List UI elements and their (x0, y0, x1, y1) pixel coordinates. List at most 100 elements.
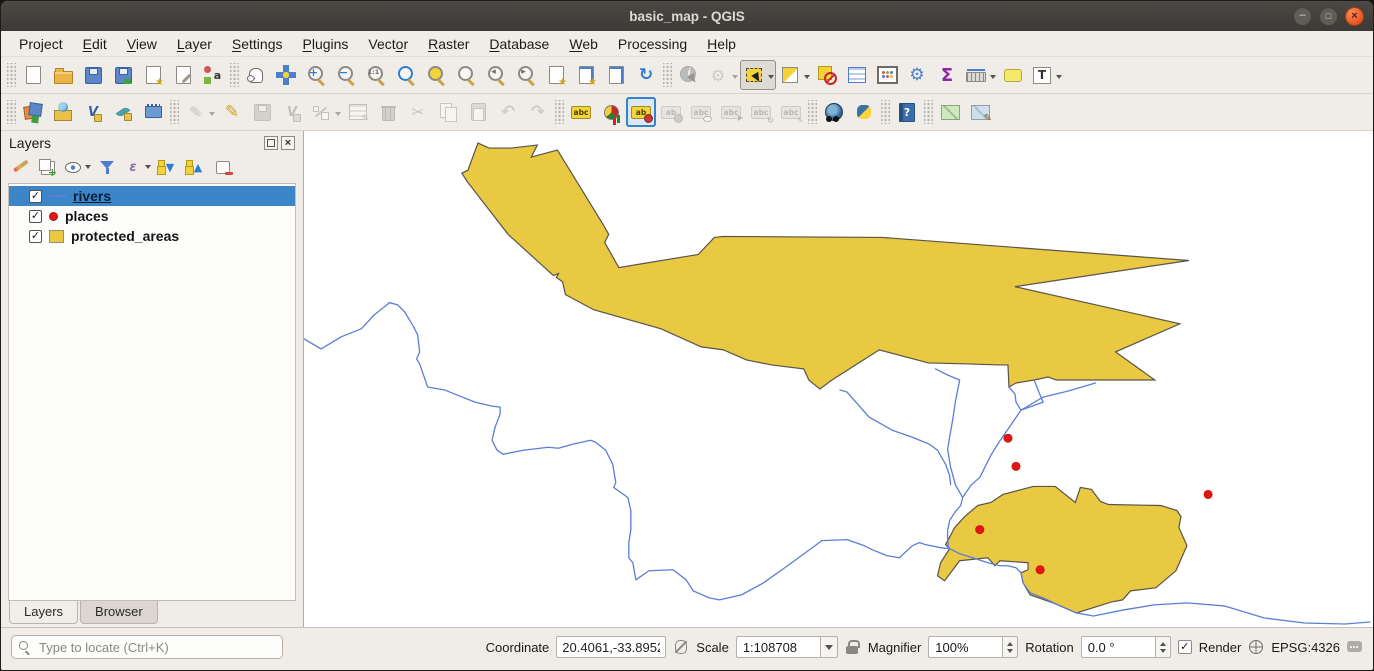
menu-layer[interactable]: Layer (167, 33, 222, 55)
messages-icon[interactable] (1347, 639, 1363, 655)
open-project[interactable] (48, 60, 78, 90)
dropdown-caret[interactable] (732, 75, 738, 82)
text-annotation[interactable]: T (1028, 60, 1064, 90)
zoom-last[interactable]: ◂ (481, 60, 511, 90)
zoom-to-selection[interactable] (421, 60, 451, 90)
tab-layers[interactable]: Layers (9, 601, 78, 624)
spatial-bookmark-manager[interactable] (601, 60, 631, 90)
layer-row-rivers[interactable]: rivers (9, 186, 295, 206)
locator-bar[interactable] (11, 635, 283, 659)
measure-line[interactable] (962, 60, 998, 90)
layer-tree[interactable]: riversplacesprotected_areas (8, 183, 296, 601)
panel-float-icon[interactable] (264, 136, 278, 150)
filter-legend-by-expression[interactable]: ε (123, 155, 151, 179)
zoom-native[interactable]: 1:1 (361, 60, 391, 90)
layer-checkbox[interactable] (29, 210, 42, 223)
panel-close-icon[interactable] (281, 136, 295, 150)
metasearch-catalog-client[interactable] (819, 97, 849, 127)
new-print-layout[interactable] (138, 60, 168, 90)
move-label[interactable]: abc (716, 97, 746, 127)
collapse-all[interactable]: ▲ (183, 155, 207, 179)
render-checkbox[interactable] (1178, 640, 1192, 654)
menu-view[interactable]: View (117, 33, 167, 55)
redo[interactable]: ↷ (523, 97, 553, 127)
menu-raster[interactable]: Raster (418, 33, 479, 55)
dropdown-caret[interactable] (1056, 75, 1062, 82)
toggle-editing[interactable]: ✎ (217, 97, 247, 127)
save-project[interactable] (78, 60, 108, 90)
paste-features[interactable] (463, 97, 493, 127)
remove-layer-group[interactable] (211, 155, 235, 179)
style-manager[interactable]: a (198, 60, 228, 90)
filter-legend[interactable] (95, 155, 119, 179)
show-hidden-labels[interactable]: abc (686, 97, 716, 127)
coordinate-input[interactable] (556, 636, 666, 658)
vertex-tool[interactable] (307, 97, 343, 127)
layer-row-places[interactable]: places (9, 206, 295, 226)
magnifier-spinbox[interactable]: 100% (928, 636, 1018, 658)
select-features[interactable] (740, 60, 776, 90)
open-field-calculator[interactable] (872, 60, 902, 90)
dropdown-caret[interactable] (804, 75, 810, 82)
dropdown-caret[interactable] (335, 112, 341, 119)
rotate-label[interactable]: abc (746, 97, 776, 127)
identify-features[interactable]: i (674, 60, 704, 90)
select-features-by-value[interactable] (776, 60, 812, 90)
layer-row-protected_areas[interactable]: protected_areas (9, 226, 295, 246)
crs-value[interactable]: EPSG:4326 (1271, 640, 1340, 655)
maximize-icon[interactable] (1319, 7, 1338, 26)
new-geopackage-layer[interactable] (48, 97, 78, 127)
help-contents[interactable]: ? (892, 97, 922, 127)
pan-map[interactable] (241, 60, 271, 90)
menu-settings[interactable]: Settings (222, 33, 293, 55)
open-data-source-manager[interactable] (18, 97, 48, 127)
crs-globe-icon[interactable] (1248, 639, 1264, 655)
new-virtual-layer[interactable] (138, 97, 168, 127)
chevron-down-icon[interactable] (820, 636, 838, 658)
current-edits[interactable]: ✎ (181, 97, 217, 127)
dropdown-caret[interactable] (145, 165, 151, 172)
extents-toggle-icon[interactable] (673, 639, 689, 655)
menu-vector[interactable]: Vector (358, 33, 418, 55)
spinner-buttons[interactable] (1155, 636, 1171, 658)
open-layer-styling-panel[interactable] (7, 155, 31, 179)
new-spatialite-layer[interactable] (108, 97, 138, 127)
lock-scale-icon[interactable] (845, 639, 861, 655)
statistical-summary[interactable]: Σ (932, 60, 962, 90)
new-spatial-bookmark[interactable] (541, 60, 571, 90)
dropdown-caret[interactable] (768, 75, 774, 82)
minimize-icon[interactable] (1293, 7, 1312, 26)
menu-edit[interactable]: Edit (73, 33, 117, 55)
save-layer-edits[interactable] (247, 97, 277, 127)
layer-labeling-options[interactable]: abc (566, 97, 596, 127)
menu-database[interactable]: Database (479, 33, 559, 55)
refresh-map[interactable]: ↻ (631, 60, 661, 90)
add-feature[interactable]: V (277, 97, 307, 127)
close-icon[interactable] (1345, 7, 1364, 26)
map-tips[interactable] (998, 60, 1028, 90)
change-label-properties[interactable]: abc (776, 97, 806, 127)
new-project[interactable] (18, 60, 48, 90)
tab-browser[interactable]: Browser (80, 601, 158, 624)
new-shapefile-layer[interactable]: V (78, 97, 108, 127)
undo[interactable]: ↶ (493, 97, 523, 127)
modify-attributes-of-selected[interactable] (343, 97, 373, 127)
plugin-quickmap[interactable] (935, 97, 965, 127)
pin-unpin-labels[interactable]: ab (626, 97, 656, 127)
save-project-as[interactable] (108, 60, 138, 90)
show-layout-manager[interactable] (168, 60, 198, 90)
add-group[interactable] (35, 155, 59, 179)
show-spatial-bookmarks[interactable] (571, 60, 601, 90)
spinner-buttons[interactable] (1002, 636, 1018, 658)
rotation-spinbox[interactable]: 0.0 ° (1081, 636, 1171, 658)
zoom-to-layer[interactable] (451, 60, 481, 90)
layer-checkbox[interactable] (29, 230, 42, 243)
layer-checkbox[interactable] (29, 190, 42, 203)
zoom-full[interactable] (391, 60, 421, 90)
dropdown-caret[interactable] (85, 165, 91, 172)
menu-processing[interactable]: Processing (608, 33, 697, 55)
run-feature-action[interactable]: ⚙ (704, 60, 740, 90)
layer-diagram-options[interactable] (596, 97, 626, 127)
menu-web[interactable]: Web (559, 33, 608, 55)
manage-map-themes[interactable] (63, 155, 91, 179)
